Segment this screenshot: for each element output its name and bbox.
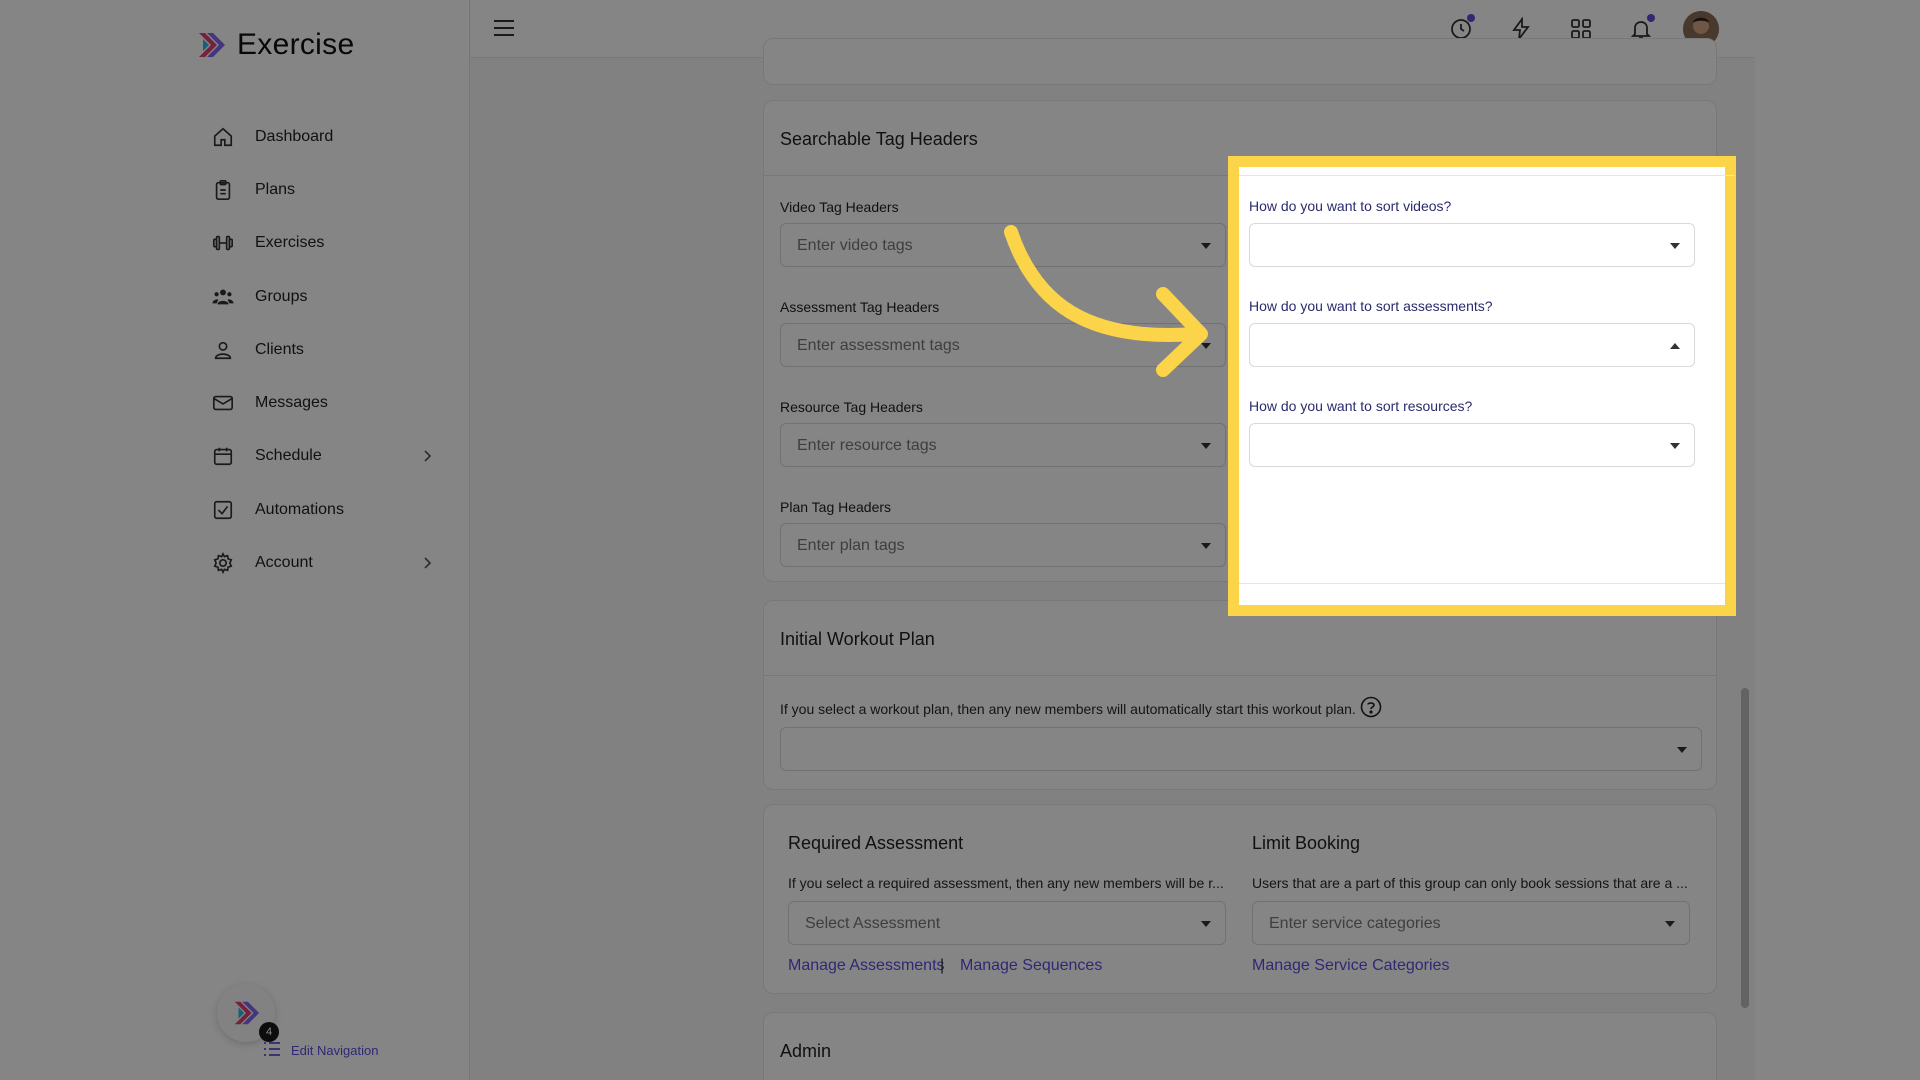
caret-down-icon [1665,921,1675,927]
divider [764,675,1716,676]
list-icon [263,1041,281,1060]
unread-dot [1647,14,1655,22]
select-placeholder: Enter plan tags [797,537,905,554]
video-tag-headers-label: Video Tag Headers [780,199,899,215]
divider [1239,175,1735,176]
service-categories-select[interactable]: Enter service categories [1252,901,1690,945]
sidebar-item-label: Messages [255,394,328,412]
sidebar-item-label: Exercises [255,234,325,252]
sidebar-item-exercises[interactable]: Exercises [175,217,470,270]
select-placeholder: Enter service categories [1269,915,1441,932]
video-tags-select[interactable]: Enter video tags [780,223,1226,267]
select-placeholder: Enter video tags [797,237,913,254]
required-assessment-description: If you select a required assessment, the… [788,875,1224,891]
menu-toggle-icon[interactable] [493,18,515,38]
limit-booking-description: Users that are a part of this group can … [1252,875,1688,891]
link-separator: | [940,957,945,974]
sidebar-item-label: Automations [255,500,344,518]
caret-down-icon [1201,243,1211,249]
previous-card-bottom [763,38,1717,85]
app-logo-icon [195,29,227,61]
plan-tag-headers-label: Plan Tag Headers [780,499,892,515]
select-placeholder: Enter assessment tags [797,337,960,354]
sort-resources-select[interactable] [1249,423,1695,467]
edit-navigation-label: Edit Navigation [291,1043,379,1058]
app-name: Exercise [237,28,355,61]
home-icon [211,125,235,149]
sort-options-panel: How do you want to sort videos? How do y… [1239,167,1735,605]
sidebar: Exercise Dashboard Plans Exercises Group… [175,0,470,1080]
sidebar-item-account[interactable]: Account [175,536,470,589]
workout-plan-description: If you select a workout plan, then any n… [780,701,1356,717]
caret-down-icon [1201,921,1211,927]
chevron-right-icon [420,556,434,570]
card-title: Initial Workout Plan [780,629,935,649]
sort-videos-label: How do you want to sort videos? [1249,198,1452,214]
sidebar-item-clients[interactable]: Clients [175,323,470,376]
brand[interactable]: Exercise [195,28,354,62]
assessment-tags-select[interactable]: Enter assessment tags [780,323,1226,367]
sidebar-item-label: Groups [255,287,308,305]
unread-dot [1467,14,1475,22]
caret-down-icon [1201,543,1211,549]
required-assessment-title: Required Assessment [788,833,964,853]
clipboard-icon [211,178,235,202]
caret-down-icon [1677,747,1687,753]
admin-card: Admin [763,1012,1717,1080]
sidebar-nav: Dashboard Plans Exercises Groups Clients… [175,110,470,590]
checkbox-icon [211,498,235,522]
sidebar-item-messages[interactable]: Messages [175,376,470,429]
sidebar-item-schedule[interactable]: Schedule [175,430,470,483]
caret-up-icon [1670,343,1680,349]
gear-icon [211,551,235,575]
select-placeholder: Enter resource tags [797,437,937,454]
mail-icon [211,391,235,415]
sort-assessments-select[interactable] [1249,323,1695,367]
resource-tag-headers-label: Resource Tag Headers [780,399,923,415]
workout-plan-select[interactable] [780,727,1702,771]
sidebar-item-dashboard[interactable]: Dashboard [175,110,470,163]
sidebar-item-label: Dashboard [255,127,334,145]
assessment-booking-card: Required Assessment If you select a requ… [763,804,1717,994]
divider [1239,583,1725,584]
dumbbell-icon [211,231,235,255]
resource-tags-select[interactable]: Enter resource tags [780,423,1226,467]
sort-videos-select[interactable] [1249,223,1695,267]
card-title: Admin [780,1041,832,1061]
card-title: Searchable Tag Headers [780,129,978,149]
chevron-right-icon [420,449,434,463]
page-scrollbar[interactable] [1741,688,1749,1008]
manage-service-categories-link[interactable]: Manage Service Categories [1252,957,1449,975]
user-icon [211,338,235,362]
help-circle-icon[interactable] [1360,696,1382,723]
notification-count-badge: 4 [259,1022,279,1042]
caret-down-icon [1201,443,1211,449]
calendar-icon [211,444,235,468]
caret-down-icon [1670,243,1680,249]
caret-down-icon [1670,443,1680,449]
users-icon [211,285,235,309]
initial-workout-plan-card: Initial Workout Plan If you select a wor… [763,600,1717,790]
sort-resources-label: How do you want to sort resources? [1249,398,1473,414]
sidebar-item-groups[interactable]: Groups [175,270,470,323]
sidebar-item-label: Account [255,554,313,572]
assessment-select[interactable]: Select Assessment [788,901,1226,945]
sidebar-item-label: Plans [255,180,296,198]
assessment-tag-headers-label: Assessment Tag Headers [780,299,940,315]
sidebar-item-plans[interactable]: Plans [175,163,470,216]
select-placeholder: Select Assessment [805,915,941,932]
sidebar-item-label: Clients [255,340,304,358]
edit-navigation-link[interactable]: Edit Navigation [263,1041,378,1060]
limit-booking-title: Limit Booking [1252,833,1361,853]
sidebar-item-label: Schedule [255,447,322,465]
manage-assessments-link[interactable]: Manage Assessments [788,957,945,975]
sort-assessments-label: How do you want to sort assessments? [1249,298,1493,314]
sidebar-item-automations[interactable]: Automations [175,483,470,536]
manage-sequences-link[interactable]: Manage Sequences [960,957,1102,975]
sort-options-highlight: How do you want to sort videos? How do y… [1228,156,1736,616]
plan-tags-select[interactable]: Enter plan tags [780,523,1226,567]
caret-down-icon [1201,343,1211,349]
